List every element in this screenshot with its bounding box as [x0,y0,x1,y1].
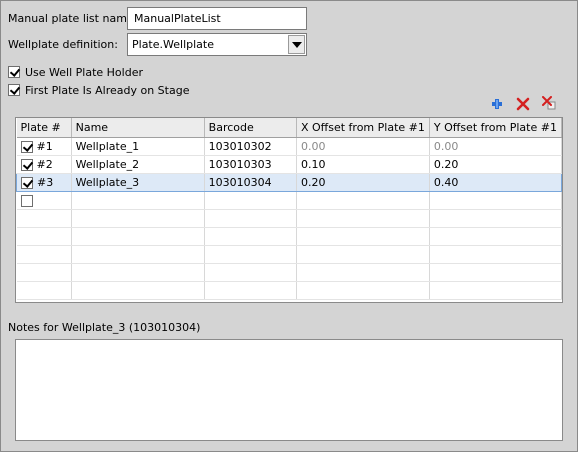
chevron-down-icon[interactable] [288,35,305,54]
delete-all-icon[interactable] [542,96,556,110]
add-icon[interactable] [490,97,504,111]
column-header-x-offset[interactable]: X Offset from Plate #1 [296,118,430,138]
first-plate-label: First Plate Is Already on Stage [25,84,190,97]
y-offset-cell[interactable]: 0.40 [429,173,562,192]
x-offset-cell[interactable] [296,191,430,210]
x-offset-cell[interactable]: 0.00 [296,137,430,156]
name-cell[interactable]: Wellplate_1 [71,137,205,156]
plate-cell[interactable]: #3 [16,173,72,192]
plate-number: #3 [37,176,54,189]
name-cell[interactable]: Wellplate_3 [71,173,205,192]
column-header-barcode[interactable]: Barcode [204,118,297,138]
list-name-label: Manual plate list name: [8,12,138,25]
name-cell[interactable] [71,191,205,210]
x-offset-cell[interactable]: 0.10 [296,155,430,174]
table-row-empty [16,209,562,228]
table-row-selected[interactable]: #3 Wellplate_3 103010304 0.20 0.40 [16,173,562,192]
y-offset-cell[interactable] [429,191,562,210]
table-row[interactable]: #2 Wellplate_2 103010303 0.10 0.20 [16,155,562,174]
wellplate-definition-select[interactable]: Plate.Wellplate [127,33,307,56]
notes-label: Notes for Wellplate_3 (103010304) [8,321,201,334]
row-checkbox[interactable] [20,141,33,153]
column-header-plate[interactable]: Plate # [16,118,72,138]
table-row-empty [16,227,562,246]
table-row[interactable]: #1 Wellplate_1 103010302 0.00 0.00 [16,137,562,156]
y-offset-cell[interactable]: 0.00 [429,137,562,156]
barcode-cell[interactable] [204,191,297,210]
plate-cell[interactable]: #1 [16,137,72,156]
row-checkbox[interactable] [21,177,33,189]
column-header-y-offset[interactable]: Y Offset from Plate #1 [429,118,562,138]
first-plate-checkbox[interactable] [8,84,20,96]
wellplate-definition-label: Wellplate definition: [8,38,118,51]
name-cell[interactable]: Wellplate_2 [71,155,205,174]
barcode-cell[interactable]: 103010304 [204,173,297,192]
delete-icon[interactable] [516,97,530,111]
plate-cell[interactable]: #2 [16,155,72,174]
table-header-row: Plate # Name Barcode X Offset from Plate… [16,118,562,138]
use-holder-checkbox[interactable] [8,66,20,78]
x-offset-cell[interactable]: 0.20 [296,173,430,192]
column-header-name[interactable]: Name [71,118,205,138]
table-row-empty [16,245,562,264]
plate-number: #2 [36,158,53,171]
plate-number: #1 [36,140,53,153]
plate-cell[interactable] [16,191,72,210]
use-holder-label: Use Well Plate Holder [25,66,143,79]
notes-textarea[interactable] [15,339,563,441]
row-checkbox[interactable] [20,159,33,171]
list-name-input[interactable]: ManualPlateList [127,7,307,30]
wellplate-definition-value: Plate.Wellplate [132,38,214,51]
barcode-cell[interactable]: 103010302 [204,137,297,156]
row-checkbox[interactable] [20,195,33,207]
table-row-new[interactable] [16,191,562,210]
table-row-empty [16,263,562,282]
table-row-empty [16,281,562,300]
plate-table[interactable]: Plate # Name Barcode X Offset from Plate… [15,117,563,303]
barcode-cell[interactable]: 103010303 [204,155,297,174]
y-offset-cell[interactable]: 0.20 [429,155,562,174]
